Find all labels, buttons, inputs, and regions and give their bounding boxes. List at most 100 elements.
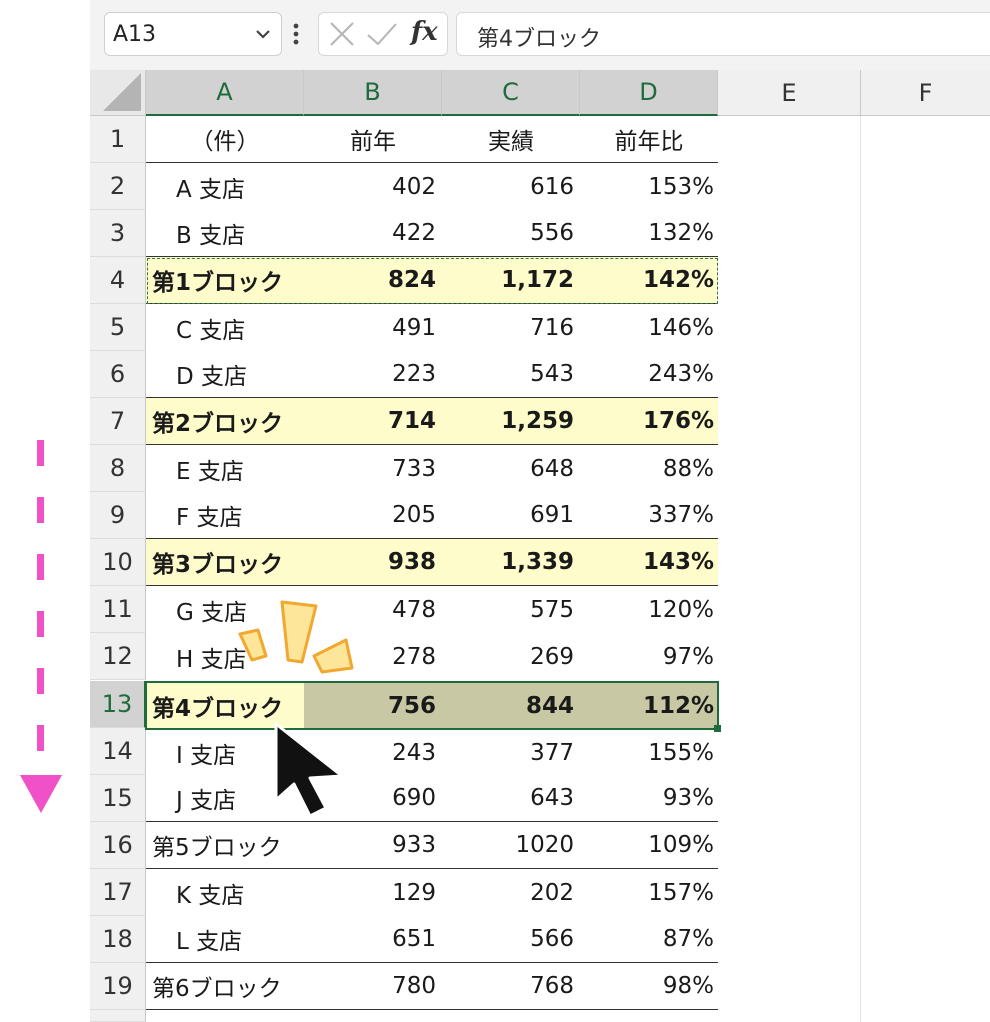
cell-b3[interactable]: 422 [304,210,442,256]
row-header[interactable]: 5 [90,304,146,351]
cell-d11[interactable]: 120% [580,586,718,633]
row-header[interactable]: 2 [90,163,146,210]
cell-d10[interactable]: 143% [580,539,718,585]
row-header[interactable]: 7 [90,398,146,445]
cell-c7[interactable]: 1,259 [442,398,580,444]
cell-b8[interactable]: 733 [304,445,442,492]
cell-d5[interactable]: 146% [580,304,718,351]
cell-a18[interactable]: L 支店 [146,916,304,962]
cell-c18[interactable]: 566 [442,916,580,962]
mouse-pointer-icon [272,722,350,824]
cell-d2[interactable]: 153% [580,163,718,210]
column-header-e[interactable]: E [718,70,861,116]
cell-b6[interactable]: 223 [304,351,442,397]
cell-d18[interactable]: 87% [580,916,718,962]
cell-a5[interactable]: C 支店 [146,304,304,351]
cell-b18[interactable]: 651 [304,916,442,962]
column-header-b[interactable]: B [304,70,442,116]
cell-c1[interactable]: 実績 [442,116,580,162]
cell-c8[interactable]: 648 [442,445,580,492]
cell-d12[interactable]: 97% [580,633,718,681]
cell-b10[interactable]: 938 [304,539,442,585]
cell-c2[interactable]: 616 [442,163,580,210]
row-header[interactable]: 11 [90,586,146,633]
cell-d16[interactable]: 109% [580,822,718,868]
cell-d14[interactable]: 155% [580,730,718,775]
row-header[interactable]: 12 [90,633,146,680]
name-box[interactable]: A13 [104,12,282,56]
cancel-x-icon[interactable] [327,17,357,59]
cell-d3[interactable]: 132% [580,210,718,256]
cell-c3[interactable]: 556 [442,210,580,256]
row-header[interactable]: 18 [90,916,146,963]
cell-b2[interactable]: 402 [304,163,442,210]
cell-d7[interactable]: 176% [580,398,718,444]
row-header[interactable]: 19 [90,963,146,1010]
select-all-button[interactable] [90,70,146,116]
cell-b16[interactable]: 933 [304,822,442,868]
name-box-value: A13 [113,22,157,47]
cell-b1[interactable]: 前年 [304,116,442,162]
cell-d17[interactable]: 157% [580,869,718,916]
row-header[interactable]: 10 [90,539,146,586]
row-header[interactable]: 9 [90,492,146,539]
row-header[interactable]: 1 [90,116,146,163]
cell-a1[interactable]: （件） [146,116,304,162]
cell-d6[interactable]: 243% [580,351,718,397]
cell-c19[interactable]: 768 [442,963,580,1009]
column-header-a[interactable]: A [146,70,304,116]
cell-c11[interactable]: 575 [442,586,580,633]
cell-a6[interactable]: D 支店 [146,351,304,397]
block-subtotal-row: 第3ブロック 938 1,339 143% [146,539,718,586]
cell-c16[interactable]: 1020 [442,822,580,868]
formula-input[interactable]: 第4ブロック [456,12,990,56]
column-header-d[interactable]: D [580,70,718,116]
cell-b19[interactable]: 780 [304,963,442,1009]
cell-c5[interactable]: 716 [442,304,580,351]
fill-handle[interactable] [714,725,721,732]
cell-a19[interactable]: 第6ブロック [146,963,304,1009]
row-header[interactable]: 6 [90,351,146,398]
cell-c14[interactable]: 377 [442,730,580,775]
cell-b17[interactable]: 129 [304,869,442,916]
checkmark-icon[interactable] [365,17,399,59]
chevron-down-icon[interactable] [253,19,273,54]
cell-c12[interactable]: 269 [442,633,580,681]
cell-c9[interactable]: 691 [442,492,580,538]
cell-c15[interactable]: 643 [442,775,580,821]
selection-outline [145,681,719,730]
row-header[interactable]: 15 [90,775,146,822]
table-row: D 支店 223 543 243% [146,351,718,398]
cell-c17[interactable]: 202 [442,869,580,916]
cell-b9[interactable]: 205 [304,492,442,538]
row-header[interactable] [90,1010,146,1022]
cell-a16[interactable]: 第5ブロック [146,822,304,868]
row-header[interactable]: 3 [90,210,146,257]
cell-d19[interactable]: 98% [580,963,718,1009]
cell-d8[interactable]: 88% [580,445,718,492]
cell-a3[interactable]: B 支店 [146,210,304,256]
column-header-c[interactable]: C [442,70,580,116]
cell-a7[interactable]: 第2ブロック [146,398,304,444]
row-header[interactable]: 17 [90,869,146,916]
vertical-ellipsis-icon[interactable] [292,22,300,46]
cell-c10[interactable]: 1,339 [442,539,580,585]
row-header-selected[interactable]: 13 [90,681,146,728]
cell-c6[interactable]: 543 [442,351,580,397]
cell-a2[interactable]: A 支店 [146,163,304,210]
fx-icon[interactable]: fx [411,17,438,47]
cell-b7[interactable]: 714 [304,398,442,444]
row-header[interactable]: 16 [90,822,146,869]
cell-a8[interactable]: E 支店 [146,445,304,492]
column-header-f[interactable]: F [861,70,990,116]
row-header[interactable]: 4 [90,257,146,304]
cell-a17[interactable]: K 支店 [146,869,304,916]
cell-b5[interactable]: 491 [304,304,442,351]
cell-a9[interactable]: F 支店 [146,492,304,538]
cell-d9[interactable]: 337% [580,492,718,538]
cell-d15[interactable]: 93% [580,775,718,821]
cell-a10[interactable]: 第3ブロック [146,539,304,585]
cell-d1[interactable]: 前年比 [580,116,718,162]
row-header[interactable]: 8 [90,445,146,492]
row-header[interactable]: 14 [90,728,146,775]
